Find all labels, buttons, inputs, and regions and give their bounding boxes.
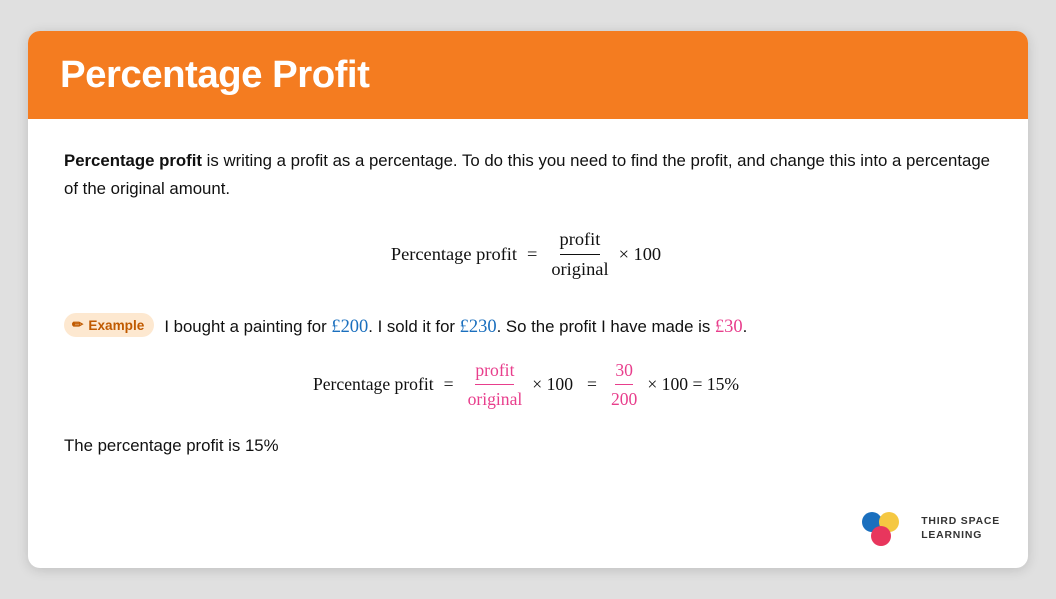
formula2-denominator-pink: original [468, 385, 523, 412]
main-card: Percentage Profit Percentage profit is w… [28, 31, 1028, 568]
example-text: I bought a painting for £200. I sold it … [164, 311, 747, 341]
intro-paragraph: Percentage profit is writing a profit as… [64, 147, 992, 202]
example-row: ✏ Example I bought a painting for £200. … [64, 311, 992, 341]
tsl-line2: LEARNING [921, 529, 1000, 543]
tsl-line1: THIRD SPACE [921, 515, 1000, 529]
fraction-denominator: original [551, 255, 608, 283]
equals-symbol: = [527, 244, 537, 265]
example-text-after-price2: . So the profit I have made is [497, 317, 715, 336]
card-header: Percentage Profit [28, 31, 1028, 119]
formula2-equals1: = [444, 374, 454, 395]
formula2-numerator-pink: profit [475, 358, 514, 386]
tsl-logo-icon [859, 508, 911, 550]
formula2-times2: × 100 = 15% [647, 374, 739, 395]
example-badge-label: Example [88, 318, 144, 333]
page-title: Percentage Profit [60, 53, 996, 97]
formula2-row: Percentage profit = profit original × 10… [313, 358, 743, 412]
formula2-label: Percentage profit [313, 374, 434, 395]
profit: £30 [715, 316, 743, 336]
formula-label: Percentage profit [391, 244, 517, 265]
intro-rest: is writing a profit as a percentage. To … [64, 151, 990, 198]
pencil-icon: ✏ [72, 317, 83, 333]
formula2-fraction-pink: profit original [468, 358, 523, 412]
formula-row: Percentage profit = profit original × 10… [391, 227, 665, 284]
example-badge: ✏ Example [64, 313, 154, 337]
formula2-fraction2: 30 200 [611, 358, 637, 412]
formula2-block: Percentage profit = profit original × 10… [64, 358, 992, 412]
example-text-before-price1: I bought a painting for [164, 317, 331, 336]
formula2-equals2: = [587, 374, 597, 395]
main-formula: Percentage profit = profit original × 10… [64, 227, 992, 284]
times-symbol: × 100 [619, 244, 662, 265]
price1: £200 [331, 316, 368, 336]
example-text-end: . [743, 317, 748, 336]
tsl-logo-text: THIRD SPACE LEARNING [921, 515, 1000, 542]
card-body: Percentage profit is writing a profit as… [28, 119, 1028, 500]
tsl-logo: THIRD SPACE LEARNING [859, 508, 1000, 550]
card-footer: THIRD SPACE LEARNING [28, 500, 1028, 568]
example-text-after-price1: . I sold it for [368, 317, 459, 336]
formula2-denominator2: 200 [611, 385, 637, 412]
formula2-numerator2: 30 [615, 358, 633, 386]
formula2-times1: × 100 [532, 374, 573, 395]
fraction-numerator: profit [560, 227, 601, 256]
main-fraction: profit original [551, 227, 608, 284]
intro-bold: Percentage profit [64, 151, 202, 170]
price2: £230 [460, 316, 497, 336]
conclusion-text: The percentage profit is 15% [64, 436, 992, 456]
